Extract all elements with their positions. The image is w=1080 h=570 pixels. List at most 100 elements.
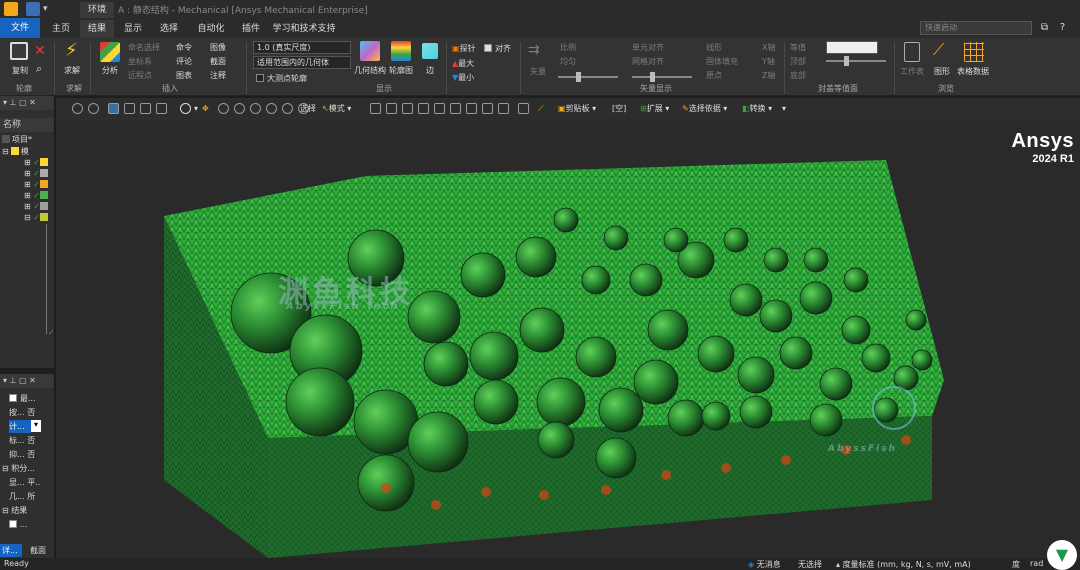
geometry-icon[interactable] <box>360 41 380 61</box>
wireframe-icon[interactable] <box>140 103 151 114</box>
section-button[interactable]: 截面 <box>210 56 226 67</box>
worksheet-button[interactable]: 工作表 <box>900 66 924 77</box>
mode-dropdown[interactable]: ↖模式 ▾ <box>322 102 351 116</box>
remote-point-button[interactable]: 远程点 <box>128 70 152 81</box>
details-row[interactable]: ... <box>9 518 28 531</box>
vector-density-slider[interactable] <box>632 72 692 82</box>
tree-item[interactable]: ⊞ ✓ <box>24 168 50 179</box>
details-section[interactable]: ⊟ 积分... <box>2 462 35 475</box>
zoom-fit-icon[interactable] <box>250 103 261 114</box>
lightning-icon[interactable]: ⚡ <box>65 40 78 61</box>
worksheet-icon[interactable] <box>904 42 920 62</box>
select-vertex-icon[interactable] <box>370 103 381 114</box>
tab-display[interactable]: 显示 <box>118 20 148 38</box>
select-body-icon[interactable] <box>418 103 429 114</box>
analysis-button[interactable]: 分析 <box>102 65 118 76</box>
tab-section[interactable]: 截面 <box>30 544 46 557</box>
tab-home[interactable]: 主页 <box>46 20 76 38</box>
graph-icon[interactable]: ⟋ <box>933 40 944 60</box>
zoom-in-icon[interactable] <box>72 103 83 114</box>
zoom-out-icon[interactable] <box>88 103 99 114</box>
help-icon[interactable]: ? <box>1056 21 1069 34</box>
min-button[interactable]: ▼最小 <box>452 72 474 83</box>
uniform-button[interactable]: 均匀 <box>560 56 576 67</box>
comment-button[interactable]: 评论 <box>176 56 192 67</box>
pan-icon[interactable]: ✥ <box>202 102 209 116</box>
proportional-button[interactable]: 比例 <box>560 42 576 53</box>
solid-fill-button[interactable]: 固体填充 <box>706 56 738 67</box>
clipboard-dropdown[interactable]: ▣剪贴板 ▾ <box>558 102 596 116</box>
tree-item[interactable]: ⊞ ✓ <box>24 157 50 168</box>
graph-button[interactable]: 图形 <box>934 66 950 77</box>
scale-dropdown[interactable]: 1.0 (真实尺度) <box>253 41 351 54</box>
command-button[interactable]: 命令 <box>176 42 192 53</box>
tab-results[interactable]: 结果 <box>80 20 114 38</box>
restore-icon[interactable]: ⧉ <box>1038 21 1051 34</box>
select-element-icon[interactable] <box>450 103 461 114</box>
select-by-dropdown[interactable]: ✎选择依据 ▾ <box>682 102 727 116</box>
geometry-button[interactable]: 几何结构 <box>354 65 386 76</box>
solve-button[interactable]: 求解 <box>64 65 80 76</box>
origin-button[interactable]: 原点 <box>706 70 722 81</box>
details-row[interactable]: 标... 否 <box>9 434 35 447</box>
annotation-button[interactable]: 注释 <box>210 70 226 81</box>
analysis-icon[interactable] <box>100 42 120 62</box>
bottom-button[interactable]: 底部 <box>790 70 806 81</box>
details-row-selected[interactable]: 计... <box>9 420 31 433</box>
details-row[interactable]: 按... 否 <box>9 406 35 419</box>
search-icon[interactable]: ⌕ <box>36 62 42 76</box>
grid-aligned-button[interactable]: 网格对齐 <box>632 56 664 67</box>
copy-icon[interactable] <box>10 42 28 60</box>
details-row[interactable]: 几... 所 <box>9 490 35 503</box>
copy-button[interactable]: 复制 <box>12 65 28 76</box>
tabular-data-button[interactable]: 表格数据 <box>957 66 989 77</box>
select-mesh-icon[interactable] <box>482 103 493 114</box>
details-section[interactable]: ⊟ 结果 <box>2 504 27 517</box>
graphics-viewport[interactable]: Ansys 2024 R1 渊鱼科技 AbyssFish Tech AbyssF… <box>56 120 1080 558</box>
box-zoom-icon[interactable] <box>234 103 245 114</box>
tab-file[interactable]: 文件 <box>0 18 40 38</box>
z-axis-button[interactable]: Z轴 <box>762 70 775 81</box>
select-edge-icon[interactable] <box>386 103 397 114</box>
select-button[interactable]: 选择 <box>300 102 316 116</box>
display-mode-icon[interactable] <box>156 103 167 114</box>
tab-selection[interactable]: 选择 <box>154 20 184 38</box>
delete-icon[interactable]: ✕ <box>34 43 46 59</box>
max-button[interactable]: ▲最大 <box>452 58 474 69</box>
empty-selection[interactable]: [空] <box>612 102 626 116</box>
quick-access-dropdown-icon[interactable]: ▾ <box>43 2 48 16</box>
select-face-icon[interactable] <box>402 103 413 114</box>
details-row[interactable]: 显... 平.. <box>9 476 40 489</box>
x-axis-button[interactable]: X轴 <box>762 42 775 53</box>
tree-item[interactable]: ⊞ ✓ <box>24 179 50 190</box>
vector-length-slider[interactable] <box>558 72 618 82</box>
context-tab-environment[interactable]: 环境 <box>80 2 114 18</box>
chart-button[interactable]: 图表 <box>176 70 192 81</box>
iso-view-icon[interactable] <box>108 103 119 114</box>
comment-icon[interactable] <box>518 103 529 114</box>
quick-access-icon[interactable] <box>26 2 40 16</box>
overflow-icon[interactable]: ▾ <box>782 102 786 116</box>
image-button[interactable]: 图像 <box>210 42 226 53</box>
extend-dropdown[interactable]: ⊞扩展 ▾ <box>640 102 669 116</box>
select-3d-icon[interactable] <box>498 103 509 114</box>
probe-button[interactable]: ▣探针 <box>452 43 476 54</box>
select-element-face-icon[interactable] <box>466 103 477 114</box>
quick-launch-input[interactable]: 快速启动 <box>920 21 1032 35</box>
status-messages[interactable]: ◈ 无消息 <box>748 559 781 570</box>
vector-button[interactable]: 矢量 <box>530 66 546 77</box>
isoline-button[interactable]: 等值 <box>790 42 806 53</box>
tree-model[interactable]: ⊟ 模 <box>2 146 29 157</box>
tree-item[interactable]: ⊟ ✓ <box>24 212 50 223</box>
magnifier-icon[interactable] <box>266 103 277 114</box>
edges-icon[interactable] <box>422 43 438 59</box>
coordinate-system-button[interactable]: 坐标系 <box>128 56 152 67</box>
max-contour-checkbox[interactable]: 大测点轮廓 <box>256 73 307 84</box>
y-axis-button[interactable]: Y轴 <box>762 56 775 67</box>
isovalue-field[interactable] <box>826 41 878 54</box>
tree-item[interactable]: ⊞ ✓ <box>24 190 50 201</box>
details-row[interactable]: 抑... 否 <box>9 448 35 461</box>
rotate-icon[interactable] <box>180 103 191 114</box>
convert-dropdown[interactable]: ◧转换 ▾ <box>742 102 772 116</box>
chart-icon[interactable]: ⟋ <box>538 102 544 116</box>
